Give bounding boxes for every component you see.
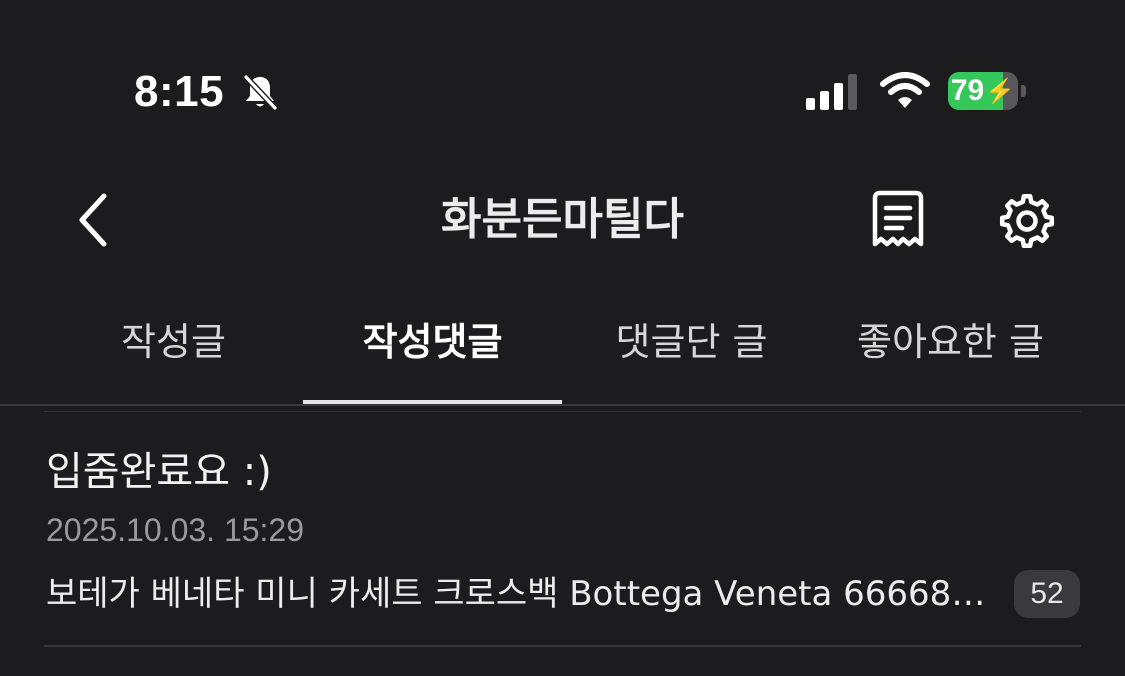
comment-text: 입줌완료요 :) — [46, 449, 272, 495]
cellular-signal-icon — [806, 74, 857, 110]
comment-post-title: 보테가 베네타 미니 카세트 크로스백 Bottega Veneta 66668… — [46, 574, 986, 614]
tab-label: 좋아요한 글 — [857, 320, 1044, 364]
list-divider — [44, 645, 1081, 647]
tab-label: 작성댓글 — [362, 320, 503, 364]
page-title: 화분든마틸다 — [441, 194, 684, 245]
battery-indicator: 79 ⚡ — [948, 72, 1028, 110]
tab-liked-posts[interactable]: 좋아요한 글 — [821, 296, 1080, 406]
chevron-left-icon — [79, 193, 107, 247]
wifi-icon — [880, 72, 930, 108]
comment-date: 2025.10.03. 15:29 — [46, 512, 305, 548]
battery-cap — [1021, 85, 1026, 97]
charging-bolt-icon: ⚡ — [985, 77, 1016, 105]
comment-list-item[interactable]: 입줌완료요 :) 2025.10.03. 15:29 보테가 베네타 미니 카세… — [44, 412, 1081, 646]
tab-written-comments[interactable]: 작성댓글 — [303, 296, 562, 406]
tab-label: 댓글단 글 — [615, 320, 768, 364]
nav-header: 화분든마틸다 — [0, 170, 1125, 270]
gear-icon — [999, 193, 1055, 249]
status-time: 8:15 — [134, 67, 225, 116]
tab-label: 작성글 — [121, 320, 226, 364]
bell-slash-icon — [243, 74, 278, 111]
tabs-divider — [0, 404, 1125, 406]
comment-count-badge: 52 — [1014, 570, 1080, 618]
tab-written-posts[interactable]: 작성글 — [44, 296, 303, 406]
receipt-icon — [872, 190, 924, 247]
back-button[interactable] — [66, 188, 122, 252]
battery-level-value: 79 — [950, 74, 985, 107]
settings-button[interactable] — [994, 188, 1060, 254]
status-bar: 8:15 79 ⚡ — [0, 0, 1125, 140]
battery-level: 79 ⚡ — [948, 72, 1018, 110]
tab-commented-posts[interactable]: 댓글단 글 — [562, 296, 821, 406]
receipt-button[interactable] — [866, 188, 930, 252]
tab-bar: 작성글 작성댓글 댓글단 글 좋아요한 글 — [44, 296, 1081, 406]
